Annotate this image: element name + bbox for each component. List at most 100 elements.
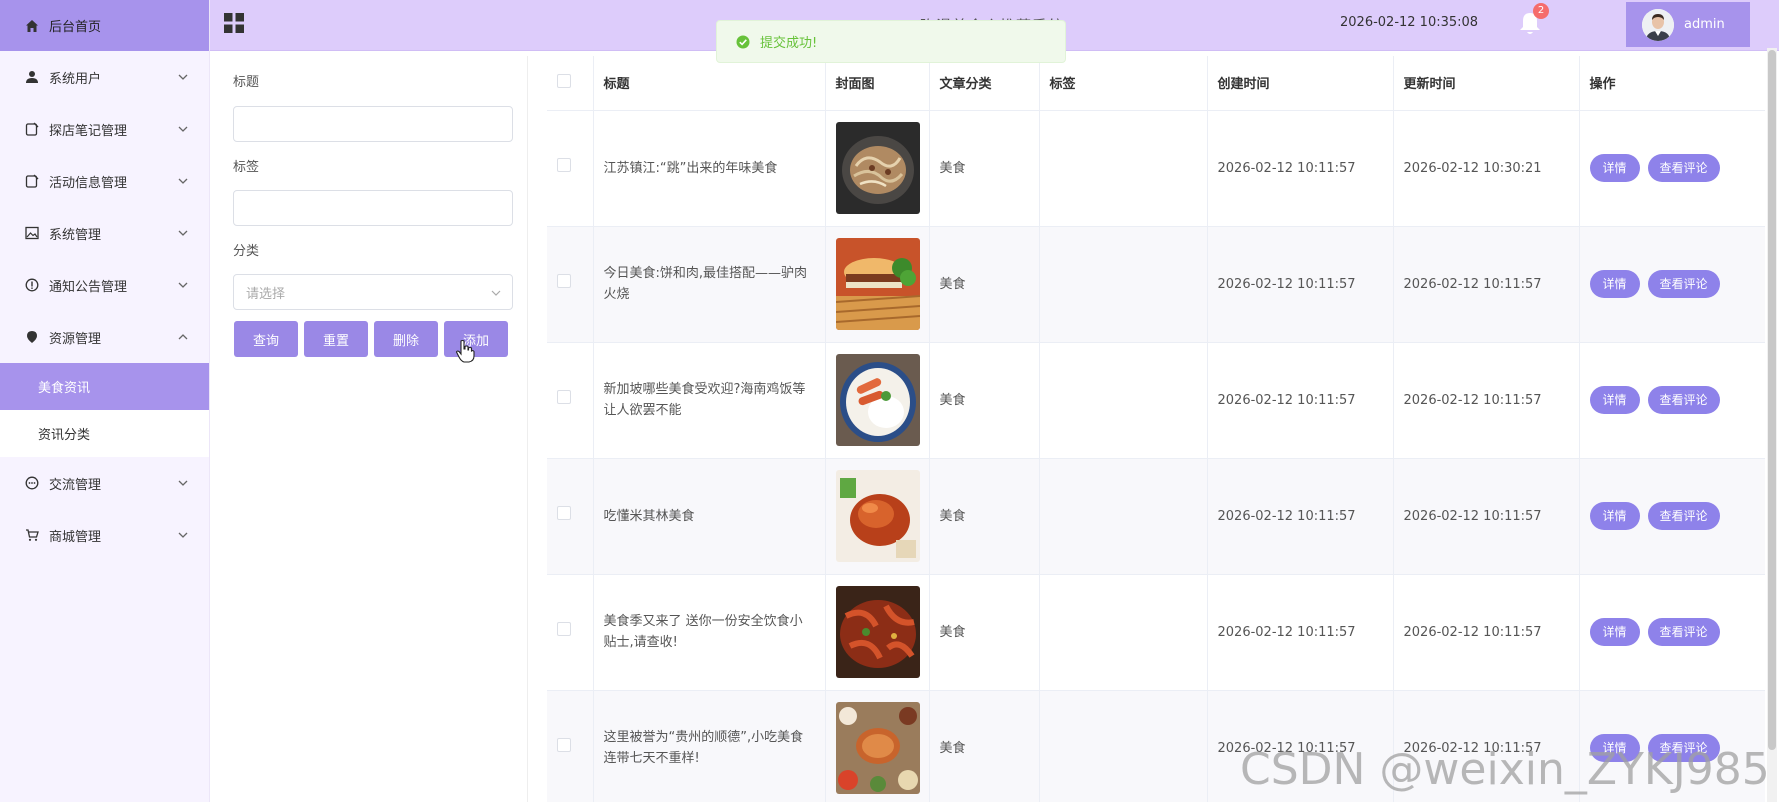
sidebar-subitem-news-category[interactable]: 资讯分类	[0, 410, 209, 457]
row-checkbox[interactable]	[557, 505, 571, 520]
sidebar-item-system-admin[interactable]: 系统管理	[0, 207, 209, 259]
hand-cursor-icon	[455, 339, 475, 363]
row-tag	[1039, 226, 1208, 343]
view-comments-button[interactable]: 查看评论	[1647, 502, 1720, 530]
sidebar-item-system-users[interactable]: 系统用户	[0, 51, 209, 103]
vertical-scrollbar-thumb[interactable]	[1768, 50, 1776, 750]
cover-image-crayfish[interactable]	[835, 586, 920, 678]
row-checkbox[interactable]	[557, 737, 571, 752]
sidebar-item-resources[interactable]: 资源管理	[0, 311, 209, 363]
row-actions: 详情 查看评论	[1579, 226, 1765, 343]
title-label: 标题	[233, 75, 260, 90]
chevron-down-icon	[178, 282, 188, 288]
view-comments-button[interactable]: 查看评论	[1647, 386, 1720, 414]
column-header-created[interactable]: 创建时间	[1207, 56, 1394, 111]
grid-menu-icon[interactable]	[223, 12, 245, 34]
sidebar-item-announcements[interactable]: 通知公告管理	[0, 259, 209, 311]
row-category: 美食	[929, 226, 1040, 343]
row-checkbox[interactable]	[557, 621, 571, 636]
user-menu[interactable]: admin	[1626, 2, 1750, 47]
table-row: 美食季又来了 送你一份安全饮食小贴士,请查收! 美食 2026-02-12 10…	[547, 574, 1765, 691]
row-cover-cell	[825, 226, 930, 343]
tag-label: 标签	[233, 160, 260, 175]
chevron-down-icon	[178, 532, 188, 538]
row-cover-cell	[825, 574, 930, 691]
row-actions: 详情 查看评论	[1579, 574, 1765, 691]
column-header-title[interactable]: 标题	[593, 56, 826, 111]
row-select-cell	[547, 226, 594, 343]
column-header-tag[interactable]: 标签	[1039, 56, 1208, 111]
title-input[interactable]	[233, 106, 513, 142]
detail-button[interactable]: 详情	[1589, 618, 1640, 646]
sidebar-item-label: 系统用户	[49, 71, 102, 87]
row-updated: 2026-02-12 10:11:57	[1393, 458, 1580, 575]
chevron-down-icon	[178, 230, 188, 236]
username: admin	[1684, 17, 1725, 32]
sidebar-item-label: 资源管理	[49, 331, 102, 347]
row-cover-cell	[825, 342, 930, 459]
row-checkbox[interactable]	[557, 157, 571, 172]
sidebar-item-label: 后台首页	[49, 20, 102, 35]
delete-button[interactable]: 删除	[374, 321, 438, 357]
detail-button[interactable]: 详情	[1589, 502, 1640, 530]
query-button[interactable]: 查询	[234, 321, 298, 357]
detail-button[interactable]: 详情	[1589, 154, 1640, 182]
sidebar-item-label: 交流管理	[49, 477, 102, 493]
cover-image-roast-duck[interactable]	[835, 470, 920, 562]
detail-button[interactable]: 详情	[1589, 386, 1640, 414]
cover-image-snacks[interactable]	[835, 702, 920, 794]
row-checkbox[interactable]	[557, 273, 571, 288]
row-created: 2026-02-12 10:11:57	[1207, 342, 1394, 459]
cover-image-chicken-rice[interactable]	[835, 354, 920, 446]
column-header-updated[interactable]: 更新时间	[1393, 56, 1580, 111]
sidebar-item-home[interactable]: 后台首页	[0, 0, 209, 51]
note-icon	[24, 122, 39, 137]
table-header-row: 标题 封面图 文章分类 标签 创建时间 更新时间 操作	[547, 56, 1765, 111]
search-panel: 标题 标签 分类 请选择 查询 重置 删除 添加	[216, 56, 528, 802]
row-category: 美食	[929, 342, 1040, 459]
column-header-category[interactable]: 文章分类	[929, 56, 1040, 111]
chevron-up-icon	[178, 334, 188, 340]
avatar	[1642, 8, 1674, 41]
row-title: 这里被誉为“贵州的顺德”,小吃美食连带七天不重样!	[593, 690, 826, 802]
row-category: 美食	[929, 458, 1040, 575]
column-header-cover[interactable]: 封面图	[825, 56, 930, 111]
tag-input[interactable]	[233, 190, 513, 226]
sidebar-item-label: 系统管理	[49, 227, 102, 243]
select-all-checkbox[interactable]	[557, 73, 571, 88]
row-category: 美食	[929, 690, 1040, 802]
cover-image-noodles[interactable]	[835, 122, 920, 214]
row-updated: 2026-02-12 10:11:57	[1393, 574, 1580, 691]
row-category: 美食	[929, 574, 1040, 691]
table-row: 吃懂米其林美食 美食 2026-02-12 10:11:57 2026-02-1…	[547, 458, 1765, 575]
sidebar-subitem-label: 资讯分类	[38, 428, 91, 443]
reset-button[interactable]: 重置	[304, 321, 368, 357]
chevron-down-icon	[178, 74, 188, 80]
chevron-down-icon	[178, 480, 188, 486]
pin-icon	[24, 330, 39, 345]
row-select-cell	[547, 342, 594, 459]
sidebar-item-store-notes[interactable]: 探店笔记管理	[0, 103, 209, 155]
row-tag	[1039, 458, 1208, 575]
cover-image-burger[interactable]	[835, 238, 920, 330]
row-created: 2026-02-12 10:11:57	[1207, 574, 1394, 691]
view-comments-button[interactable]: 查看评论	[1647, 270, 1720, 298]
view-comments-button[interactable]: 查看评论	[1647, 618, 1720, 646]
check-circle-icon	[736, 35, 750, 48]
row-checkbox[interactable]	[557, 389, 571, 404]
sidebar-subitem-label: 美食资讯	[38, 381, 91, 396]
chevron-down-icon	[491, 290, 501, 296]
row-updated: 2026-02-12 10:11:57	[1393, 342, 1580, 459]
category-select[interactable]: 请选择	[233, 274, 513, 310]
sidebar: 后台首页 系统用户 探店笔记管理 活动信息管理 系统管理 通知公告管理 资源管理…	[0, 0, 210, 802]
detail-button[interactable]: 详情	[1589, 270, 1640, 298]
view-comments-button[interactable]: 查看评论	[1647, 154, 1720, 182]
sidebar-item-mall[interactable]: 商城管理	[0, 509, 209, 561]
row-title: 江苏镇江:“跳”出来的年味美食	[593, 110, 826, 227]
chevron-down-icon	[178, 126, 188, 132]
add-button[interactable]: 添加	[444, 321, 508, 357]
sidebar-item-activities[interactable]: 活动信息管理	[0, 155, 209, 207]
sidebar-item-communication[interactable]: 交流管理	[0, 457, 209, 509]
sidebar-subitem-food-news[interactable]: 美食资讯	[0, 363, 209, 410]
row-title: 新加坡哪些美食受欢迎?海南鸡饭等让人欲罢不能	[593, 342, 826, 459]
